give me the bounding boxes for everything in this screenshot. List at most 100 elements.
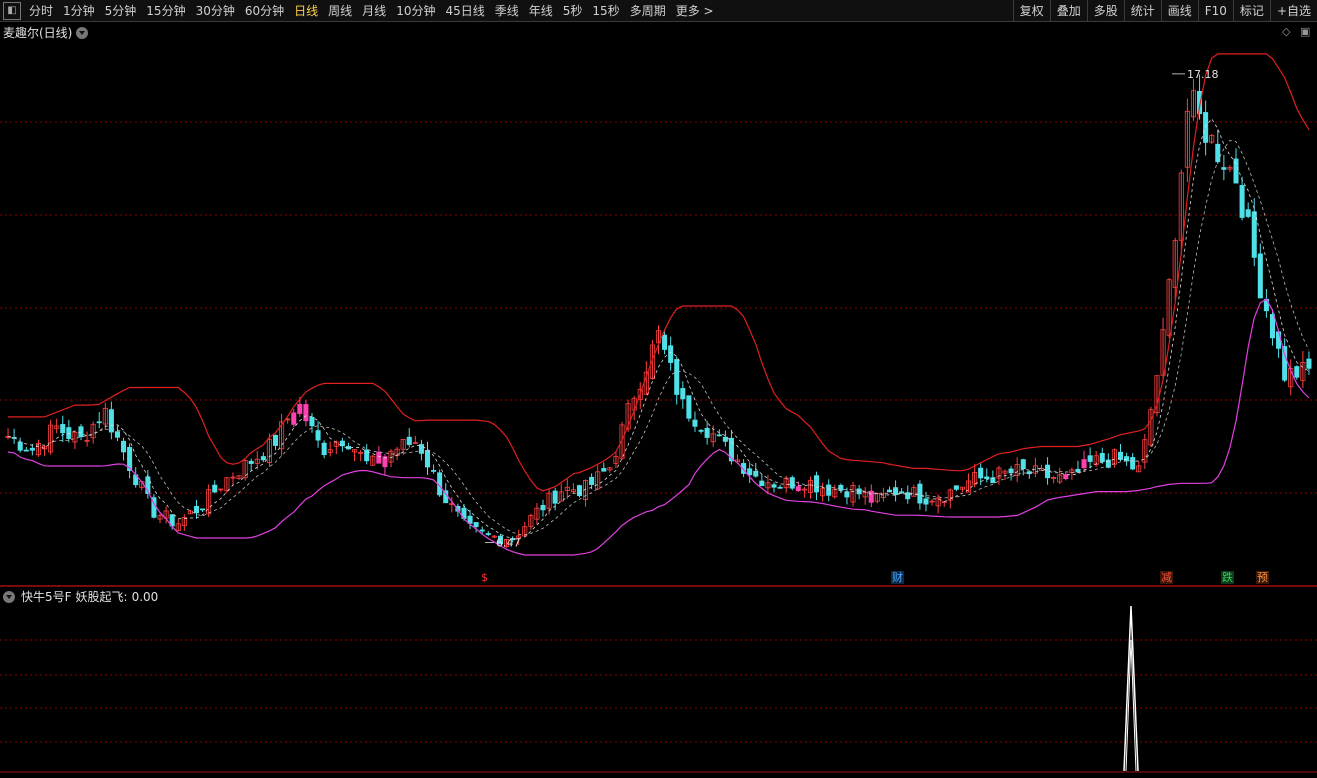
candle-body: [1045, 464, 1051, 479]
candle-body: [260, 456, 266, 461]
candle-body: [297, 404, 303, 414]
candle-body: [704, 427, 710, 438]
chevron-down-icon[interactable]: [3, 590, 15, 603]
candle-body: [576, 485, 582, 497]
candle-body: [1063, 474, 1069, 480]
candle-body: [479, 529, 485, 532]
candle-body: [1075, 468, 1081, 473]
drop-badge[interactable]: 跌: [1221, 571, 1234, 584]
upper-band-line: [8, 53, 1310, 492]
candle-body: [953, 485, 959, 490]
candle-body: [747, 468, 753, 476]
signal-spike: [1123, 605, 1139, 772]
candle-body: [406, 436, 412, 445]
candle-body: [814, 475, 820, 493]
candle-body: [29, 447, 35, 451]
candle-body: [1276, 331, 1282, 349]
candle-body: [692, 419, 698, 427]
candle-body: [1257, 253, 1263, 299]
candle-body: [17, 441, 23, 451]
candle-body: [759, 480, 765, 487]
candle-body: [200, 508, 206, 511]
candle-body: [777, 486, 783, 489]
candle-body: [1087, 455, 1093, 462]
candle-body: [108, 409, 114, 433]
candle-body: [212, 484, 218, 493]
candle-body: [485, 533, 491, 535]
candle-body: [382, 456, 388, 468]
candle-body: [424, 450, 431, 468]
candle-body: [473, 522, 479, 527]
candle-body: [315, 430, 321, 441]
candle-body: [431, 470, 437, 472]
candle-body: [978, 467, 984, 479]
sub-chart-title[interactable]: 快牛5号F 妖股起飞: 0.00: [3, 588, 158, 605]
chart-canvas[interactable]: 17.18 6.47: [0, 0, 1317, 778]
candle-body: [923, 498, 929, 505]
candle-body: [795, 486, 801, 492]
candle-body: [114, 431, 120, 438]
candle-body: [193, 506, 200, 514]
candle-body: [552, 490, 558, 504]
candle-body: [1306, 358, 1312, 369]
candle-body: [716, 434, 722, 437]
candle-body: [984, 476, 990, 480]
candle-body: [886, 489, 893, 493]
candle-body: [917, 483, 923, 504]
candle-body: [899, 491, 905, 494]
candle-body: [96, 421, 102, 424]
high-price-label: 17.18: [1187, 68, 1219, 81]
candle-body: [1269, 314, 1276, 339]
candle-body: [662, 334, 668, 350]
candle-body: [1099, 453, 1105, 463]
candle-body: [826, 484, 832, 496]
candle-body: [686, 395, 692, 419]
candle-body: [1251, 211, 1257, 258]
candle-body: [1020, 459, 1026, 470]
candle-body: [376, 451, 382, 464]
candle-body: [540, 504, 546, 511]
candle-body: [1239, 185, 1245, 218]
candle-body: [680, 388, 686, 400]
candle-body: [78, 426, 84, 438]
candle-body: [589, 476, 595, 485]
indicator-name: 快牛5号F: [21, 590, 72, 604]
dividend-badge[interactable]: $: [480, 571, 489, 584]
candle-body: [698, 429, 704, 432]
candle-body: [868, 490, 874, 503]
indicator-value: 0.00: [131, 589, 159, 604]
candle-body: [1215, 143, 1221, 163]
candle-body: [1282, 346, 1288, 381]
candle-body: [66, 427, 72, 439]
candle-body: [668, 345, 674, 363]
candle-body: [1233, 158, 1239, 184]
candle-body: [412, 442, 418, 444]
candle-body: [309, 416, 315, 427]
reduce-badge[interactable]: 减: [1160, 571, 1173, 584]
candle-body: [753, 470, 759, 477]
candle-body: [291, 412, 297, 425]
candle-body: [1221, 167, 1227, 170]
candle-body: [1245, 209, 1251, 217]
candle-body: [1294, 366, 1300, 378]
candle-body: [789, 477, 795, 489]
candle-body: [844, 491, 850, 498]
candle-body: [121, 440, 127, 453]
low-price-label: 6.47: [496, 537, 521, 550]
candle-body: [321, 442, 327, 456]
candle-body: [364, 449, 370, 462]
candle-body: [60, 424, 66, 434]
candle-body: [272, 434, 279, 446]
candle-body: [1081, 459, 1087, 469]
forecast-badge[interactable]: 预: [1256, 571, 1269, 584]
indicator-label: 妖股起飞:: [75, 590, 128, 604]
candle-body: [771, 484, 777, 488]
candle-body: [418, 444, 424, 454]
candle-body: [303, 404, 309, 422]
candle-body: [1008, 468, 1014, 474]
candle-body: [601, 468, 607, 472]
candle-body: [674, 359, 680, 395]
candle-body: [1130, 457, 1136, 470]
finance-badge[interactable]: 财: [891, 571, 904, 584]
candle-body: [1124, 456, 1130, 462]
